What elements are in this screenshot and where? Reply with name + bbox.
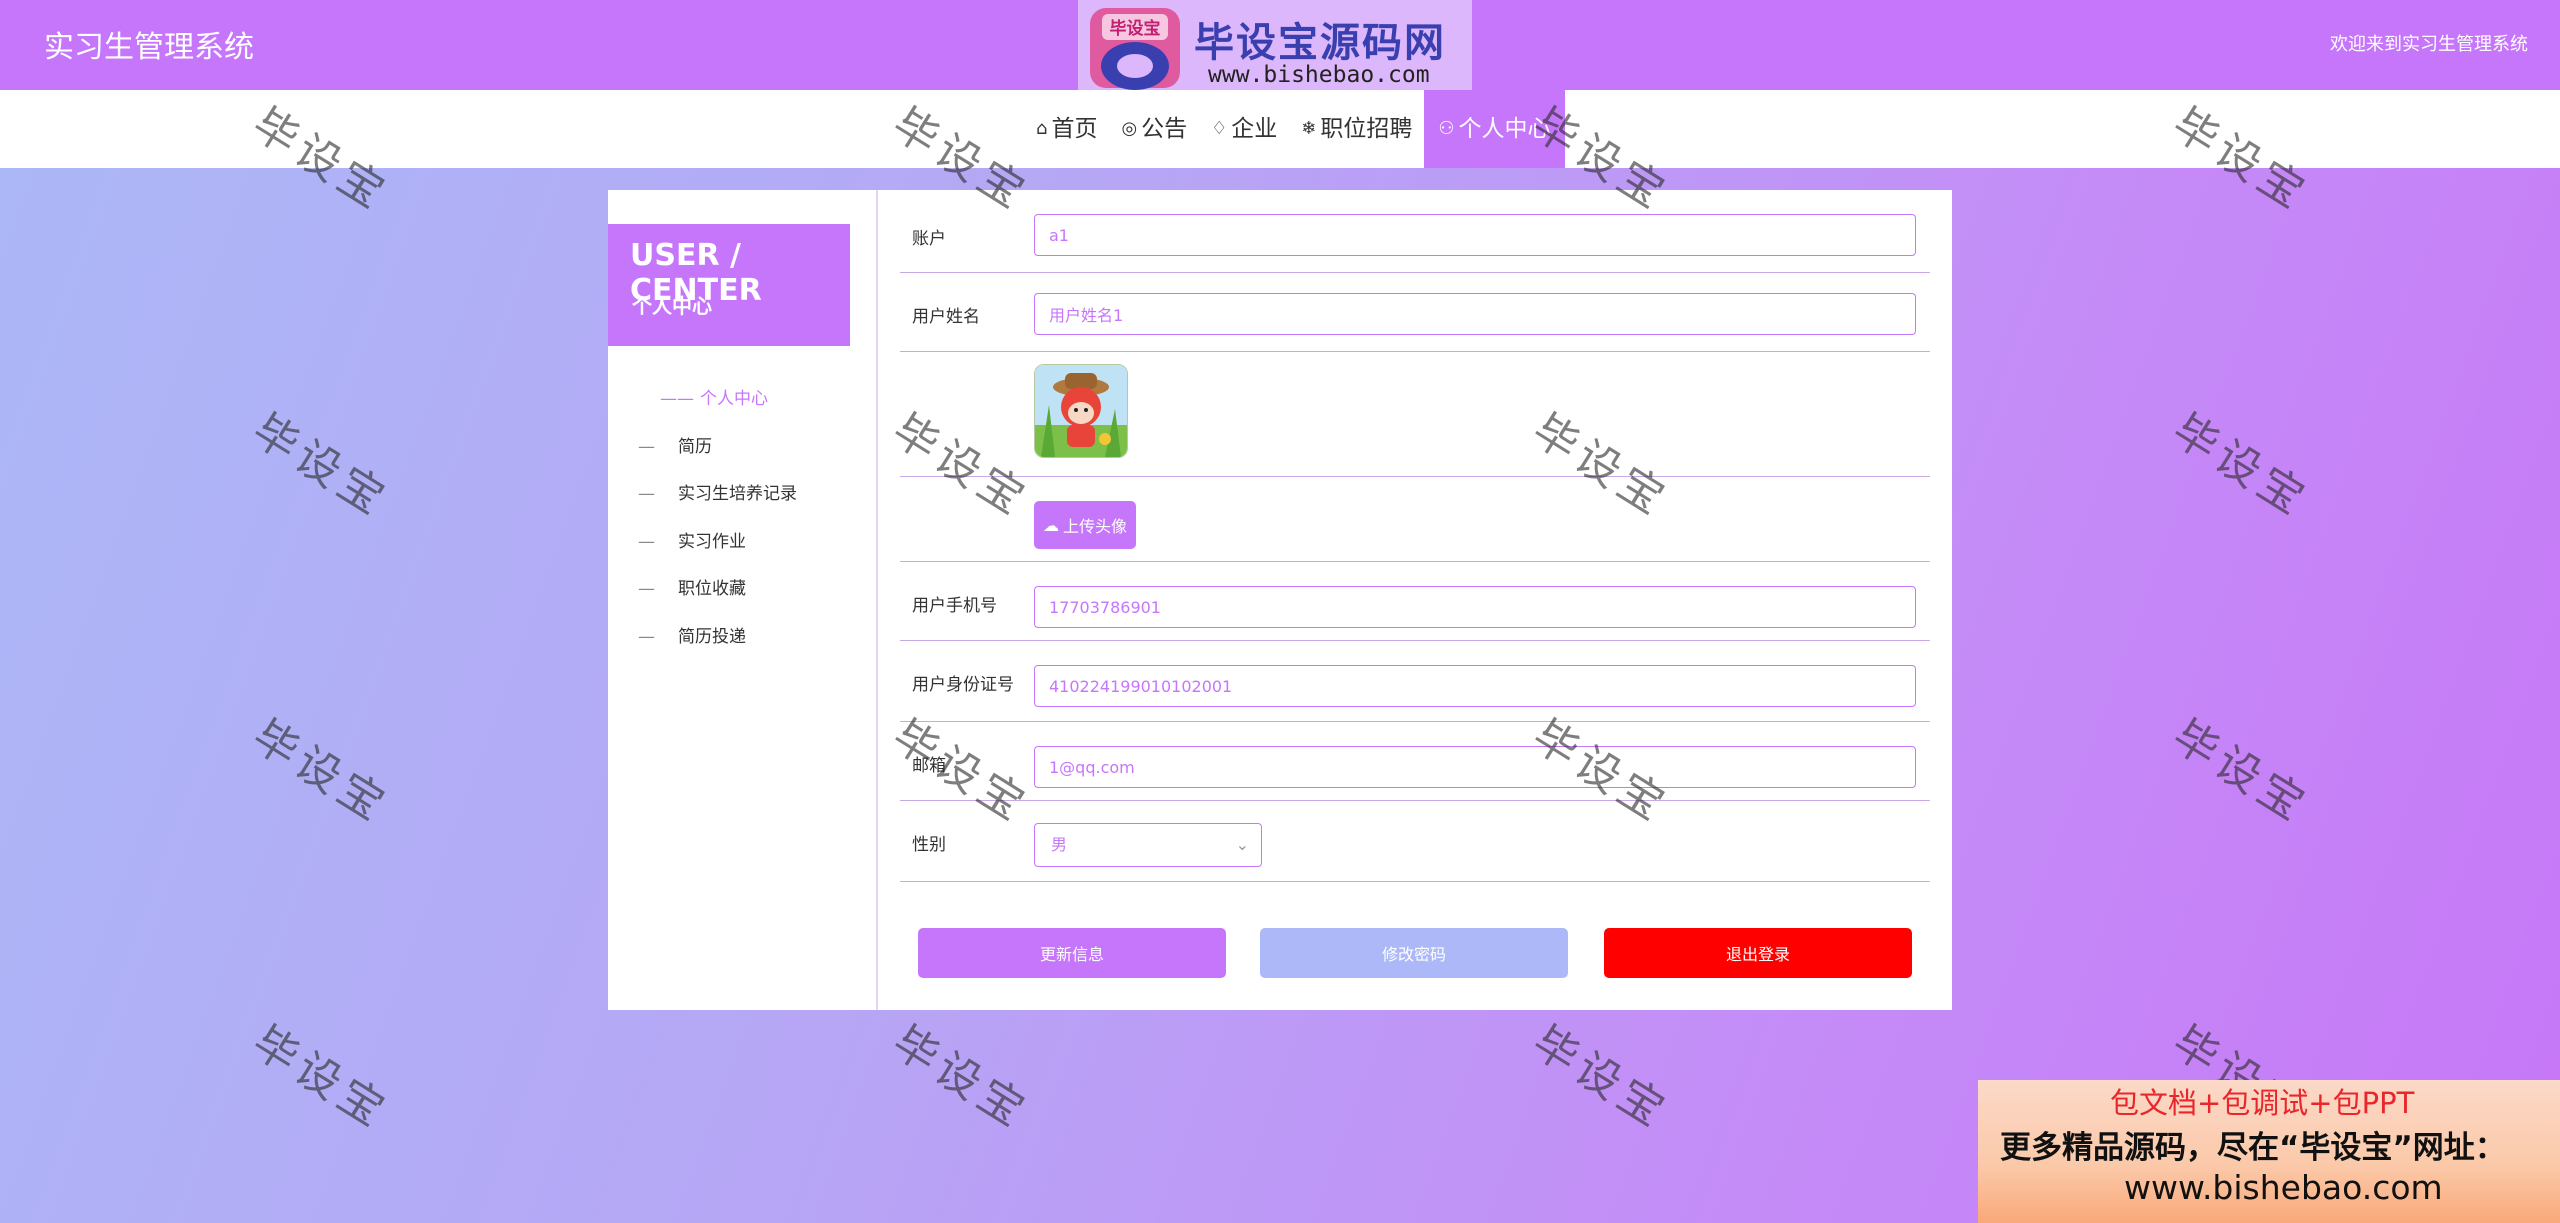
nav-label: 企业 [1231,116,1278,142]
gender-select[interactable]: 男 ⌄ [1034,823,1262,867]
sidebar-menu: —— 个人中心 — 简历 — 实习生培养记录 — 实习作业 — 职位收藏 — 简… [608,376,876,661]
site-logo[interactable]: 毕设宝 毕设宝源码网 www.bishebao.com [1078,0,1472,104]
logo-url: www.bishebao.com [1208,62,1430,88]
name-label: 用户姓名 [912,307,980,327]
sidebar-item-user-center[interactable]: —— 个人中心 [608,376,876,424]
logo-badge: 毕设宝 [1110,18,1161,39]
promo-banner[interactable]: 包文档+包调试+包PPT 更多精品源码，尽在“毕设宝”网址： www.bishe… [1978,1080,2560,1223]
update-info-button[interactable]: 更新信息 [918,928,1226,978]
sidebar-item-label: 实习作业 [678,531,746,552]
dash-marker: — [638,626,655,647]
upload-label: 上传头像 [1062,517,1127,536]
user-icon: ⚇ [1438,118,1455,139]
id-card-row: 用户身份证号 [900,641,1930,722]
nav-menu: ⌂ 首页 ◎ 公告 ♢ 企业 ❄ 职位招聘 ⚇ 个人中心 [1024,90,1565,168]
promo-url: www.bishebao.com [2124,1168,2443,1207]
upload-row: ☁ 上传头像 [900,477,1930,562]
sidebar: USER / CENTER 个人中心 —— 个人中心 — 简历 — 实习生培养记… [608,190,878,1010]
sidebar-item-resume[interactable]: — 简历 [608,424,876,472]
dash-marker: — [638,436,655,457]
dash-marker: — [638,531,655,552]
sidebar-item-resume-delivery[interactable]: — 简历投递 [608,614,876,662]
snowflake-icon: ❄ [1301,118,1317,139]
name-input[interactable] [1034,293,1916,335]
sidebar-item-homework[interactable]: — 实习作业 [608,519,876,567]
phone-row: 用户手机号 [900,562,1930,641]
name-row: 用户姓名 [900,273,1930,352]
dash-marker: — [638,579,655,599]
watermark: 毕设宝 [883,1016,1038,1140]
account-label: 账户 [912,229,946,249]
avatar-row [900,352,1930,477]
logout-button[interactable]: 退出登录 [1604,928,1912,978]
sidebar-item-label: 简历 [678,436,712,457]
sidebar-item-job-favorites[interactable]: — 职位收藏 [608,566,876,614]
logo-emblem-icon: 毕设宝 [1090,8,1180,90]
account-input[interactable] [1034,214,1916,256]
nav-label: 首页 [1051,116,1098,142]
id-card-label: 用户身份证号 [912,675,1014,695]
notice-icon: ◎ [1121,118,1138,139]
nav-label: 职位招聘 [1320,116,1413,142]
nav-item-home[interactable]: ⌂ 首页 [1024,90,1109,168]
phone-input[interactable] [1034,586,1916,628]
nav-label: 公告 [1141,116,1188,142]
gender-value: 男 [1051,835,1068,854]
gender-label: 性别 [912,835,946,855]
watermark: 毕设宝 [243,1016,398,1140]
sidebar-item-label: 个人中心 [700,389,768,409]
sidebar-item-training-record[interactable]: — 实习生培养记录 [608,471,876,519]
chevron-down-icon: ⌄ [1235,835,1249,854]
promo-line-2: 更多精品源码，尽在“毕设宝”网址： [2000,1130,2506,1166]
cloud-upload-icon: ☁ [1042,515,1059,535]
dash-marker: —— [660,389,694,409]
phone-label: 用户手机号 [912,596,997,616]
nav-item-company[interactable]: ♢ 企业 [1199,90,1289,168]
sidebar-title-cn: 个人中心 [632,294,712,318]
email-input[interactable] [1034,746,1916,788]
email-row: 邮箱 [900,722,1930,801]
upload-avatar-button[interactable]: ☁ 上传头像 [1034,501,1136,549]
avatar [1034,364,1128,458]
home-icon: ⌂ [1036,118,1048,139]
logo-title: 毕设宝源码网 [1194,20,1446,66]
welcome-text: 欢迎来到实习生管理系统 [2330,34,2528,55]
sidebar-item-label: 实习生培养记录 [678,484,797,504]
tag-icon: ♢ [1211,118,1228,139]
system-title: 实习生管理系统 [44,30,254,65]
watermark: 毕设宝 [243,710,398,834]
watermark: 毕设宝 [2163,404,2318,528]
action-buttons: 更新信息 修改密码 退出登录 [900,928,1930,980]
watermark: 毕设宝 [243,404,398,528]
watermark: 毕设宝 [2163,710,2318,834]
watermark: 毕设宝 [1523,1016,1678,1140]
promo-line-1: 包文档+包调试+包PPT [2110,1086,2415,1120]
sidebar-item-label: 职位收藏 [678,579,746,599]
user-center-panel: USER / CENTER 个人中心 —— 个人中心 — 简历 — 实习生培养记… [608,190,1952,1010]
profile-form: 账户 用户姓名 [900,210,1930,978]
sidebar-item-label: 简历投递 [678,626,746,647]
change-password-button[interactable]: 修改密码 [1260,928,1568,978]
account-row: 账户 [900,210,1930,273]
id-card-input[interactable] [1034,665,1916,707]
nav-item-jobs[interactable]: ❄ 职位招聘 [1289,90,1424,168]
avatar-image-icon [1035,365,1127,457]
gender-row: 性别 男 ⌄ [900,801,1930,882]
sidebar-header: USER / CENTER 个人中心 [608,224,850,346]
dash-marker: — [638,484,655,504]
nav-item-notice[interactable]: ◎ 公告 [1109,90,1199,168]
